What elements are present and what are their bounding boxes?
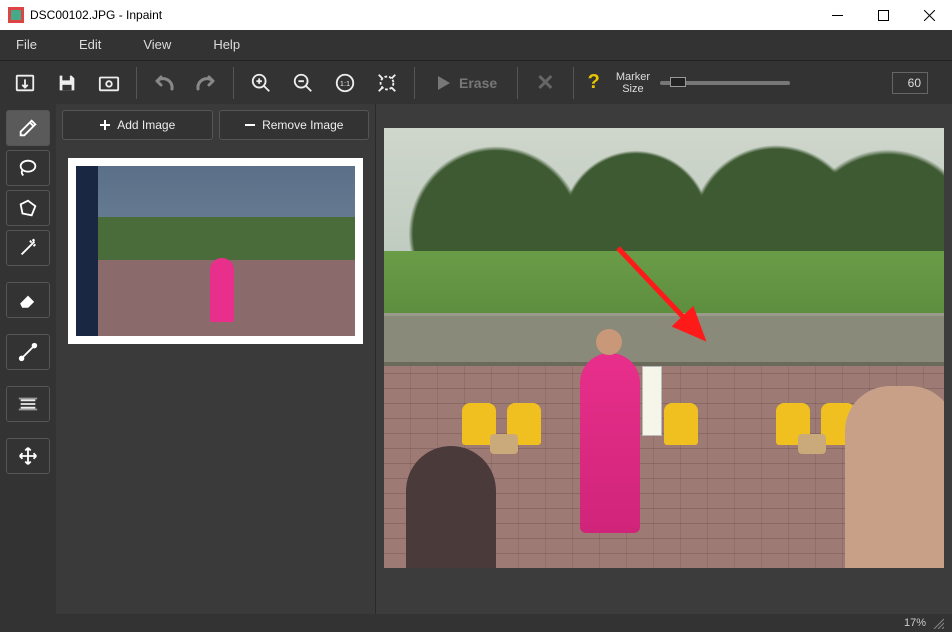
marker-size-slider[interactable] bbox=[660, 81, 790, 85]
canvas-area[interactable] bbox=[376, 104, 952, 614]
help-icon[interactable]: ? bbox=[588, 71, 600, 94]
status-bar: 17% bbox=[0, 614, 952, 632]
separator bbox=[136, 67, 137, 99]
menu-view[interactable]: View bbox=[133, 30, 203, 60]
eraser-tool[interactable] bbox=[6, 282, 50, 318]
separator bbox=[517, 67, 518, 99]
separator bbox=[573, 67, 574, 99]
main-toolbar: 1:1 Erase ✕ ? Marker Size bbox=[0, 60, 952, 104]
polygon-tool[interactable] bbox=[6, 190, 50, 226]
menu-help[interactable]: Help bbox=[203, 30, 272, 60]
marker-label-2: Size bbox=[616, 83, 650, 95]
screenshot-button[interactable] bbox=[90, 66, 128, 100]
remove-image-label: Remove Image bbox=[262, 118, 343, 132]
move-tool[interactable] bbox=[6, 438, 50, 474]
close-button[interactable] bbox=[906, 0, 952, 30]
plus-icon bbox=[99, 119, 111, 131]
minus-icon bbox=[244, 119, 256, 131]
add-image-label: Add Image bbox=[117, 118, 175, 132]
window-title: DSC00102.JPG - Inpaint bbox=[30, 8, 162, 22]
save-button[interactable] bbox=[48, 66, 86, 100]
zoom-actual-button[interactable]: 1:1 bbox=[326, 66, 364, 100]
resize-grip[interactable] bbox=[932, 617, 944, 629]
guides-tool[interactable] bbox=[6, 386, 50, 422]
erase-label: Erase bbox=[459, 75, 497, 91]
magic-wand-tool[interactable] bbox=[6, 230, 50, 266]
line-tool[interactable] bbox=[6, 334, 50, 370]
svg-text:1:1: 1:1 bbox=[340, 78, 350, 87]
play-icon bbox=[435, 74, 453, 92]
remove-image-button[interactable]: Remove Image bbox=[219, 110, 370, 140]
title-bar: DSC00102.JPG - Inpaint bbox=[0, 0, 952, 30]
minimize-button[interactable] bbox=[814, 0, 860, 30]
erase-button[interactable]: Erase bbox=[423, 65, 509, 101]
marker-size-input[interactable] bbox=[892, 72, 928, 94]
zoom-in-button[interactable] bbox=[242, 66, 280, 100]
separator bbox=[233, 67, 234, 99]
marker-label-1: Marker bbox=[616, 71, 650, 83]
lasso-tool[interactable] bbox=[6, 150, 50, 186]
maximize-button[interactable] bbox=[860, 0, 906, 30]
zoom-level: 17% bbox=[904, 617, 926, 629]
marker-size-control: Marker Size bbox=[616, 71, 790, 95]
redo-button[interactable] bbox=[187, 66, 225, 100]
zoom-out-button[interactable] bbox=[284, 66, 322, 100]
separator bbox=[414, 67, 415, 99]
menu-file[interactable]: File bbox=[6, 30, 69, 60]
zoom-fit-button[interactable] bbox=[368, 66, 406, 100]
open-button[interactable] bbox=[6, 66, 44, 100]
undo-button[interactable] bbox=[145, 66, 183, 100]
marker-tool[interactable] bbox=[6, 110, 50, 146]
photo-canvas[interactable] bbox=[384, 128, 944, 568]
thumbnail[interactable] bbox=[68, 158, 363, 344]
app-icon bbox=[8, 7, 24, 23]
menu-edit[interactable]: Edit bbox=[69, 30, 133, 60]
add-image-button[interactable]: Add Image bbox=[62, 110, 213, 140]
menu-bar: File Edit View Help bbox=[0, 30, 952, 60]
side-panel: Add Image Remove Image bbox=[56, 104, 376, 614]
cancel-button[interactable]: ✕ bbox=[526, 70, 564, 96]
tool-palette bbox=[0, 104, 56, 614]
thumbnail-image bbox=[76, 166, 355, 336]
